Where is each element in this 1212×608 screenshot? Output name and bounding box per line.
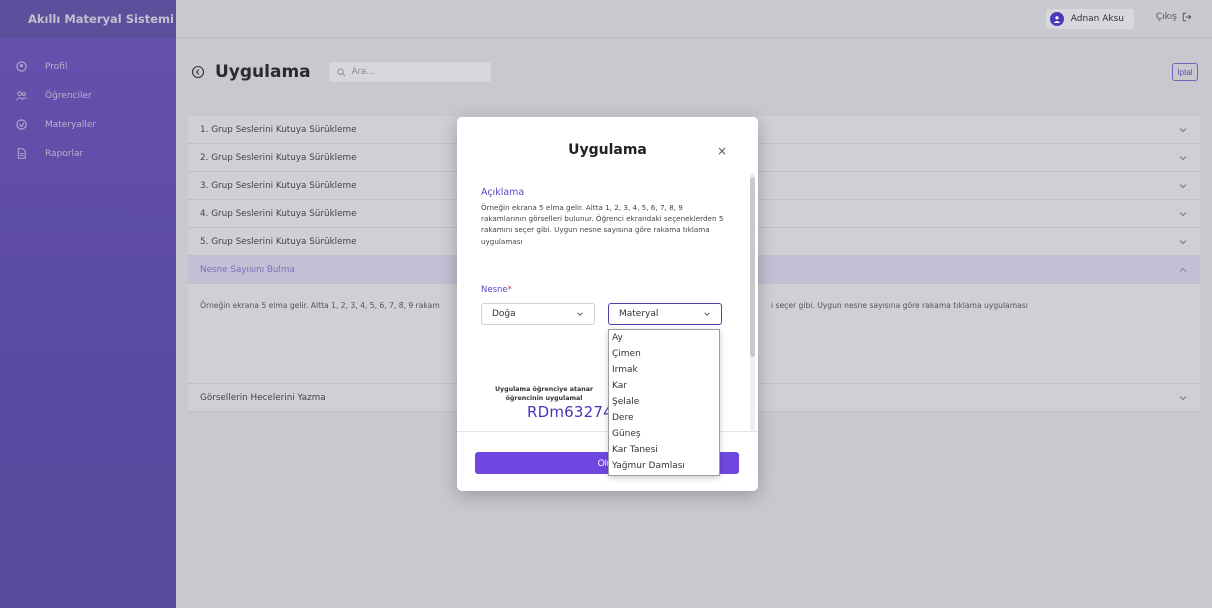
accordion-item-label: Nesne Sayısını Bulma: [200, 264, 295, 275]
sidebar-item-label: Materyaller: [45, 119, 97, 130]
users-icon: [14, 89, 28, 103]
user-menu[interactable]: Adnan Aksu: [1045, 9, 1134, 29]
accordion-item-label: 5. Grup Seslerini Kutuya Sürükleme: [200, 236, 357, 247]
dropdown-option[interactable]: Çimen: [609, 346, 719, 362]
sidebar-item-profil[interactable]: Profil: [0, 52, 176, 81]
scrollbar[interactable]: [750, 173, 755, 431]
chevron-down-icon: [704, 312, 710, 316]
assignment-note: Uygulama öğrenciye atanar öğrencinin uyg…: [494, 386, 594, 402]
accordion-item-label: 4. Grup Seslerini Kutuya Sürükleme: [200, 208, 357, 219]
dropdown-option[interactable]: Ay: [609, 330, 719, 346]
chevron-down-icon: [1179, 396, 1187, 401]
dropdown-option[interactable]: Kar Tanesi: [609, 442, 719, 458]
chevron-down-icon: [1179, 156, 1187, 161]
page-title: Uygulama: [215, 62, 311, 82]
dropdown-option[interactable]: Irmak: [609, 362, 719, 378]
user-name: Adnan Aksu: [1070, 14, 1124, 24]
search-input[interactable]: Ara...: [328, 62, 491, 82]
accordion-item-label: 2. Grup Seslerini Kutuya Sürükleme: [200, 152, 357, 163]
materials-icon: [14, 118, 28, 132]
search-placeholder: Ara...: [351, 67, 375, 77]
sidebar-item-raporlar[interactable]: Raporlar: [0, 139, 176, 168]
sidebar: Akıllı Materyal Sistemi Profil Öğrencile…: [0, 0, 176, 608]
scroll-thumb[interactable]: [750, 177, 755, 357]
accordion-body-text-right: i seçer gibi. Uygun nesne sayısına göre …: [771, 301, 1028, 310]
chevron-down-icon: [1179, 128, 1187, 133]
sidebar-item-materyaller[interactable]: Materyaller: [0, 110, 176, 139]
chevron-down-icon: [577, 312, 583, 316]
nesne-label-text: Nesne: [481, 285, 508, 295]
dropdown-option[interactable]: Kar: [609, 378, 719, 394]
category-select[interactable]: Doğa: [481, 303, 595, 325]
close-icon[interactable]: ×: [717, 144, 727, 158]
material-select-value: Materyal: [619, 309, 659, 319]
cancel-button[interactable]: İptal: [1172, 63, 1198, 81]
topbar: Adnan Aksu Çıkış: [176, 0, 1212, 38]
accordion-item-label: 1. Grup Seslerini Kutuya Sürükleme: [200, 124, 357, 135]
chevron-down-icon: [1179, 184, 1187, 189]
dropdown-option[interactable]: Dere: [609, 410, 719, 426]
dropdown-option[interactable]: Yağmur Damlası: [609, 458, 719, 474]
logout-label: Çıkış: [1155, 12, 1177, 22]
sidebar-item-label: Profil: [45, 61, 68, 72]
sidebar-item-label: Öğrenciler: [45, 90, 92, 101]
app-title: Akıllı Materyal Sistemi: [0, 0, 176, 38]
accordion-item-label: 3. Grup Seslerini Kutuya Sürükleme: [200, 180, 357, 191]
accordion-body-text: Örneğin ekrana 5 elma gelir. Altta 1, 2,…: [200, 301, 440, 310]
dropdown-option[interactable]: Şelale: [609, 394, 719, 410]
modal-title: Uygulama: [568, 142, 647, 158]
chevron-down-icon: [1179, 240, 1187, 245]
sidebar-item-ogrenciler[interactable]: Öğrenciler: [0, 81, 176, 110]
required-mark: *: [507, 285, 512, 295]
sidebar-item-label: Raporlar: [45, 148, 84, 159]
description-text: Örneğin ekrana 5 elma gelir. Altta 1, 2,…: [481, 203, 724, 246]
logout-icon: [1182, 12, 1192, 22]
nesne-label: Nesne*: [481, 285, 512, 295]
chevron-up-icon: [1179, 267, 1187, 272]
search-icon: [337, 67, 346, 76]
logout-button[interactable]: Çıkış: [1156, 12, 1192, 22]
category-select-value: Doğa: [492, 309, 516, 319]
material-dropdown-list: Ay Çimen Irmak Kar Şelale Dere Güneş Kar…: [608, 329, 720, 476]
profile-icon: [14, 60, 28, 74]
description-label: Açıklama: [481, 187, 525, 198]
back-icon[interactable]: [191, 65, 205, 79]
chevron-down-icon: [1179, 212, 1187, 217]
reports-icon: [14, 147, 28, 161]
accordion-item-label: Görsellerin Hecelerini Yazma: [200, 392, 326, 403]
sidebar-nav: Profil Öğrenciler Materyaller Raporlar: [0, 52, 176, 168]
dropdown-option[interactable]: Güneş: [609, 426, 719, 442]
avatar: [1049, 12, 1064, 26]
material-select[interactable]: Materyal: [608, 303, 722, 325]
page-header: Uygulama Ara...: [191, 62, 491, 82]
